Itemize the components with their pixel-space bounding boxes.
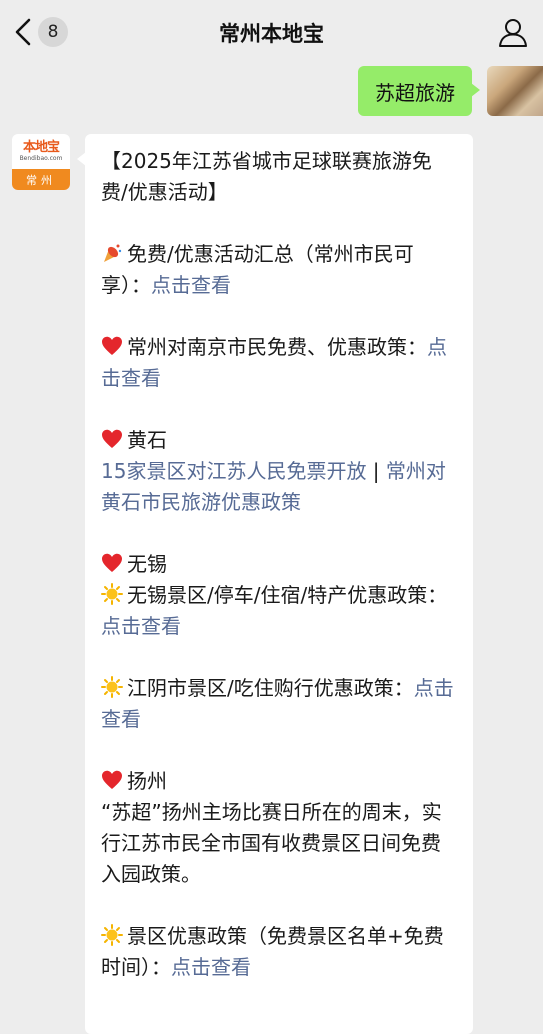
huangshi-paragraph: 黄石 15家景区对江苏人民免票开放 | 常州对黄石市民旅游优惠政策	[101, 425, 457, 518]
wuxi-title: 无锡	[127, 552, 167, 576]
user-avatar[interactable]	[487, 66, 543, 116]
summary-paragraph: 免费/优惠活动汇总（常州市民可享）：点击查看	[101, 239, 457, 301]
message-heading: 【2025年江苏省城市足球联赛旅游免费/优惠活动】	[101, 149, 432, 204]
outgoing-message-bubble[interactable]: 苏超旅游	[358, 66, 480, 116]
nanjing-paragraph: 常州对南京市民免费、优惠政策：点击查看	[101, 332, 457, 394]
account-avatar[interactable]: 本地宝 Bendibao.com 常州	[12, 134, 70, 190]
outgoing-message-row: 苏超旅游	[0, 66, 543, 122]
red-heart-icon	[101, 769, 123, 791]
bendibao-logo: 本地宝 Bendibao.com	[12, 134, 70, 169]
wuxi-paragraph: 无锡 无锡景区/停车/住宿/特产优惠政策： 点击查看	[101, 549, 457, 642]
wuxi-link[interactable]: 点击查看	[101, 614, 181, 638]
red-heart-icon	[101, 552, 123, 574]
yangzhou-title: 扬州	[127, 769, 167, 793]
jiangyin-paragraph: 江阴市景区/吃住购行优惠政策：点击查看	[101, 673, 457, 735]
logo-text: 本地宝	[22, 139, 60, 155]
person-icon	[499, 19, 527, 47]
chat-title: 常州本地宝	[219, 22, 324, 46]
huangshi-title: 黄石	[127, 428, 167, 452]
sun-icon	[101, 676, 123, 698]
huangshi-scenic-link[interactable]: 15家景区对江苏人民免票开放	[101, 459, 366, 483]
outgoing-message-text: 苏超旅游	[375, 80, 455, 105]
sun-icon	[101, 924, 123, 946]
summary-text: 免费/优惠活动汇总（常州市民可享）：	[101, 242, 414, 297]
red-heart-icon	[101, 335, 123, 357]
incoming-message-bubble: 【2025年江苏省城市足球联赛旅游免费/优惠活动】 免费/优惠活动汇总（常州市民…	[77, 134, 473, 1034]
wuxi-text: 无锡景区/停车/住宿/特产优惠政策：	[127, 583, 448, 607]
nanjing-text: 常州对南京市民免费、优惠政策：	[127, 335, 427, 359]
logo-subtext: Bendibao.com	[19, 154, 63, 162]
top-nav-bar: 8 常州本地宝	[0, 0, 543, 64]
unread-count-badge: 8	[38, 17, 68, 47]
logo-city-label: 常州	[12, 169, 70, 190]
scenic-link[interactable]: 点击查看	[171, 955, 251, 979]
scenic-text: 景区优惠政策（免费景区名单+免费时间）：	[101, 924, 444, 979]
red-heart-icon	[101, 428, 123, 450]
sun-icon	[101, 583, 123, 605]
yangzhou-text: “苏超”扬州主场比赛日所在的周末，实行江苏市民全市国有收费景区日间免费入园政策。	[101, 800, 442, 886]
scenic-paragraph: 景区优惠政策（免费景区名单+免费时间）：点击查看	[101, 921, 457, 983]
back-button[interactable]: 8	[14, 14, 74, 50]
summary-link[interactable]: 点击查看	[151, 273, 231, 297]
party-popper-icon	[101, 242, 123, 264]
yangzhou-paragraph: 扬州 “苏超”扬州主场比赛日所在的周末，实行江苏市民全市国有收费景区日间免费入园…	[101, 766, 457, 890]
jiangyin-text: 江阴市景区/吃住购行优惠政策：	[127, 676, 414, 700]
profile-button[interactable]	[497, 16, 529, 48]
chevron-left-icon	[15, 18, 31, 46]
link-separator: |	[366, 459, 386, 483]
